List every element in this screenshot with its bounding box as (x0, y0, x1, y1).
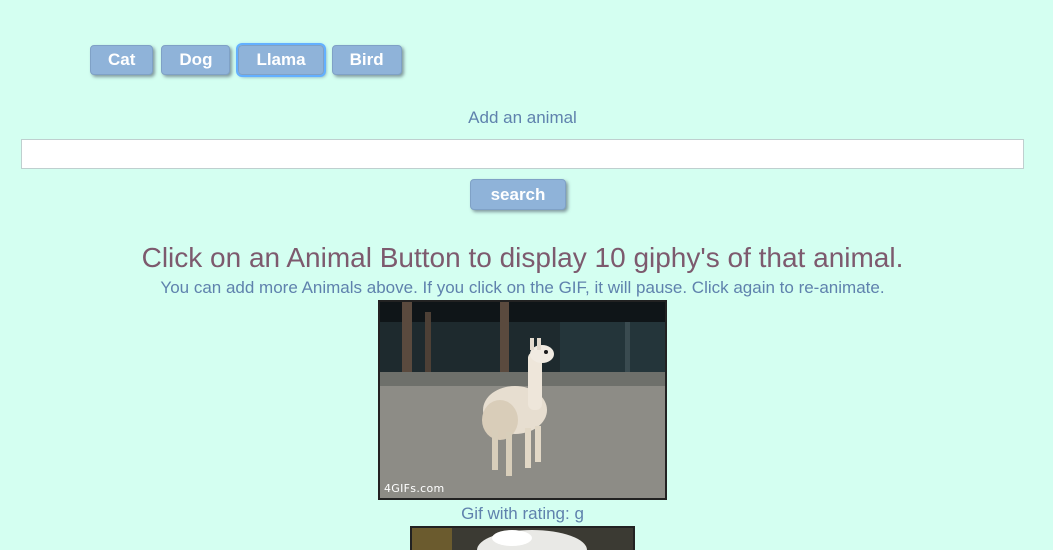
llama-gif-image (380, 302, 665, 498)
page: Cat Dog Llama Bird Add an animal search … (0, 0, 1053, 550)
llama-button[interactable]: Llama (236, 43, 326, 77)
instructions-subline: You can add more Animals above. If you c… (160, 278, 885, 297)
search-button[interactable]: search (470, 179, 566, 210)
second-gif[interactable] (410, 526, 635, 550)
animal-input[interactable] (21, 139, 1024, 169)
gif-rating: Gif with rating: g (461, 504, 584, 523)
bird-button[interactable]: Bird (331, 45, 402, 75)
animal-button-bar: Cat Dog Llama Bird (90, 43, 402, 77)
cat-button[interactable]: Cat (90, 45, 154, 75)
llama-gif[interactable]: 4GIFs.com (378, 300, 667, 500)
add-animal-label: Add an animal (468, 108, 577, 127)
gif-watermark: 4GIFs.com (384, 482, 445, 495)
instructions-headline: Click on an Animal Button to display 10 … (141, 242, 904, 273)
second-gif-image (412, 528, 633, 550)
dog-button[interactable]: Dog (161, 45, 231, 75)
